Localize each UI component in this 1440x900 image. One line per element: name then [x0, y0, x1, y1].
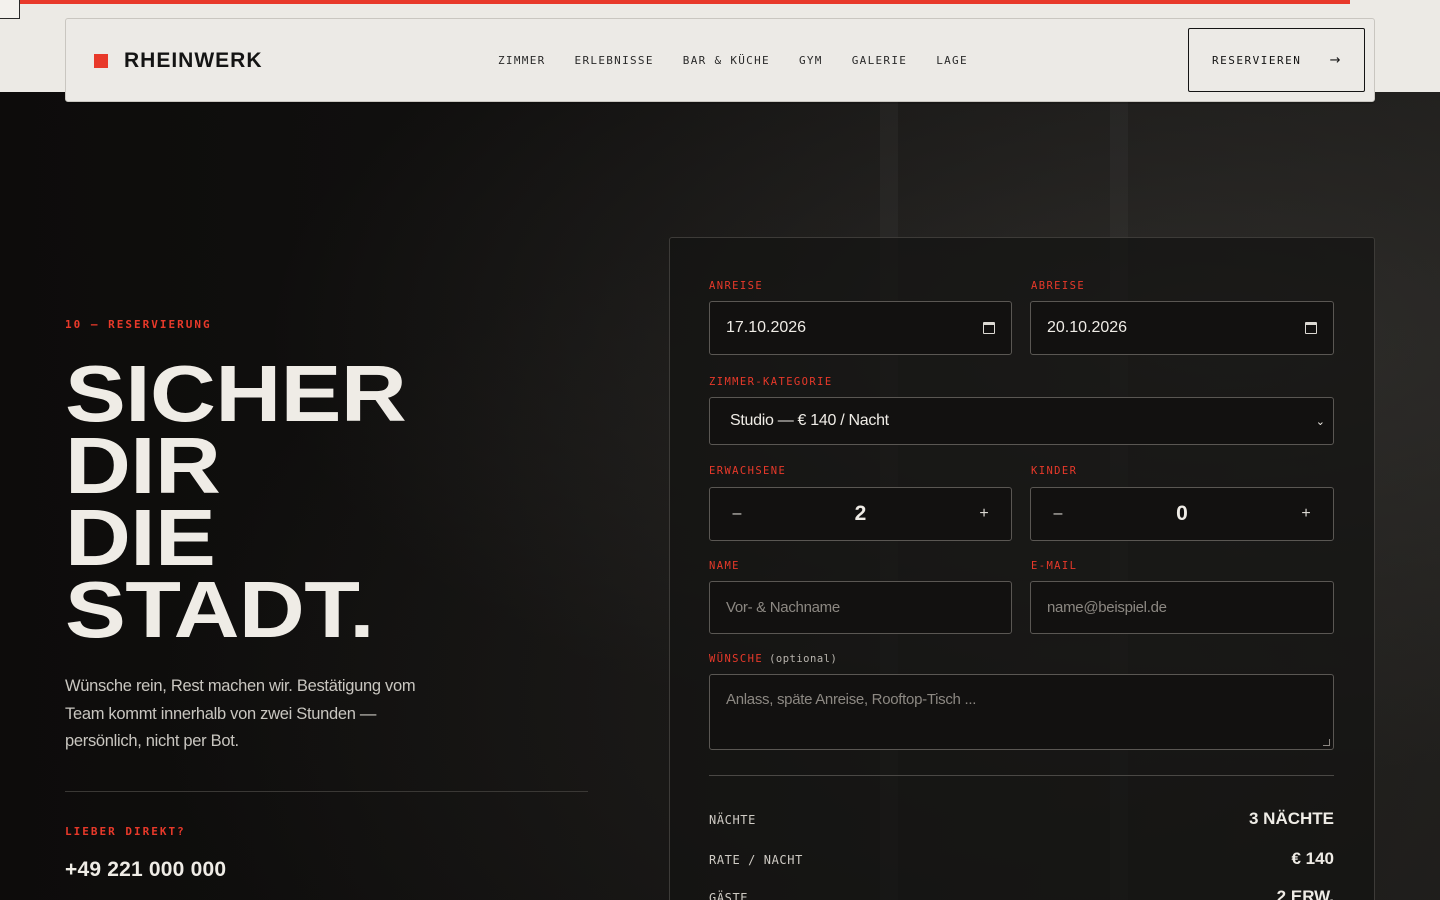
chevron-down-icon: ⌄	[1315, 415, 1325, 428]
adults-increment-button[interactable]: +	[977, 505, 991, 523]
room-category-select[interactable]: Studio — € 140 / Nacht ⌄	[709, 397, 1334, 445]
room-category-value: Studio — € 140 / Nacht	[730, 412, 889, 429]
rate-label: RATE / NACHT	[709, 853, 803, 867]
name-label: NAME	[709, 560, 740, 572]
guests-label: GÄSTE	[709, 891, 749, 900]
hero-headline: SICHER DIR DIE STADT.	[65, 354, 407, 650]
top-accent-bar	[0, 0, 1350, 4]
brand-square-icon	[94, 54, 108, 68]
nav-link-lage[interactable]: LAGE	[936, 54, 968, 67]
guests-value: 2 ERW.	[1276, 887, 1334, 900]
name-field-box	[709, 581, 1012, 634]
headline-line: SICHER	[65, 349, 407, 438]
adults-count: 2	[854, 502, 867, 525]
brand-name: RHEINWERK	[124, 49, 263, 72]
adults-stepper: – 2 +	[709, 487, 1012, 541]
resize-handle-icon[interactable]	[1323, 739, 1330, 746]
headline-line: DIE	[65, 493, 216, 582]
nav-links: ZIMMER ERLEBNISSE BAR & KÜCHE GYM GALERI…	[498, 54, 968, 67]
headline-line: DIR	[65, 421, 221, 510]
nights-value: 3 NÄCHTE	[1248, 809, 1334, 828]
arrival-label: ANREISE	[709, 280, 764, 292]
arrow-right-icon: →	[1329, 52, 1342, 68]
corner-mark	[0, 0, 20, 19]
email-field-box	[1030, 581, 1334, 634]
reservieren-button[interactable]: RESERVIEREN →	[1188, 28, 1365, 92]
reservieren-button-label: RESERVIEREN	[1212, 53, 1302, 67]
navbar: RHEINWERK ZIMMER ERLEBNISSE BAR & KÜCHE …	[65, 18, 1375, 102]
headline-line: STADT.	[65, 565, 375, 654]
divider	[65, 791, 588, 792]
departure-label: ABREISE	[1031, 280, 1086, 292]
name-input[interactable]	[726, 599, 995, 616]
adults-label: ERWACHSENE	[709, 465, 787, 477]
calendar-icon[interactable]	[983, 322, 995, 334]
summary-divider	[709, 775, 1334, 776]
children-stepper: – 0 +	[1030, 487, 1334, 541]
calendar-icon[interactable]	[1305, 322, 1317, 334]
email-label: E-MAIL	[1031, 560, 1078, 572]
brand-logo[interactable]: RHEINWERK	[94, 49, 263, 73]
wishes-textarea[interactable]	[726, 691, 1317, 731]
children-label: KINDER	[1031, 465, 1078, 477]
nav-link-galerie[interactable]: GALERIE	[852, 54, 907, 67]
wishes-label-text: WÜNSCHE	[709, 653, 764, 665]
wishes-field-box	[709, 674, 1334, 750]
departure-date-field[interactable]: 20.10.2026	[1030, 301, 1334, 355]
nights-label: NÄCHTE	[709, 813, 756, 827]
email-input[interactable]	[1047, 599, 1317, 616]
direct-contact-label: LIEBER DIREKT?	[65, 825, 186, 838]
wishes-label: WÜNSCHE (optional)	[709, 653, 837, 665]
children-decrement-button[interactable]: –	[1051, 505, 1065, 523]
children-increment-button[interactable]: +	[1299, 505, 1313, 523]
room-category-label: ZIMMER-KATEGORIE	[709, 376, 833, 388]
departure-date-value: 20.10.2026	[1047, 319, 1128, 336]
hero-lead-text: Wünsche rein, Rest machen wir. Bestätigu…	[65, 677, 416, 750]
adults-decrement-button[interactable]: –	[730, 505, 744, 523]
nav-link-bar-kueche[interactable]: BAR & KÜCHE	[683, 54, 770, 67]
section-eyebrow: 10 — RESERVIERUNG	[65, 318, 212, 331]
phone-link[interactable]: +49 221 000 000	[65, 858, 226, 882]
nav-link-gym[interactable]: GYM	[799, 54, 823, 67]
nav-link-erlebnisse[interactable]: ERLEBNISSE	[575, 54, 654, 67]
children-count: 0	[1176, 502, 1188, 525]
arrival-date-value: 17.10.2026	[726, 319, 807, 336]
arrival-date-field[interactable]: 17.10.2026	[709, 301, 1012, 355]
nav-link-zimmer[interactable]: ZIMMER	[498, 54, 546, 67]
rate-value: € 140	[1291, 849, 1334, 868]
reservation-form: ANREISE 17.10.2026 ABREISE 20.10.2026 ZI…	[669, 237, 1375, 900]
optional-hint: (optional)	[769, 653, 838, 665]
